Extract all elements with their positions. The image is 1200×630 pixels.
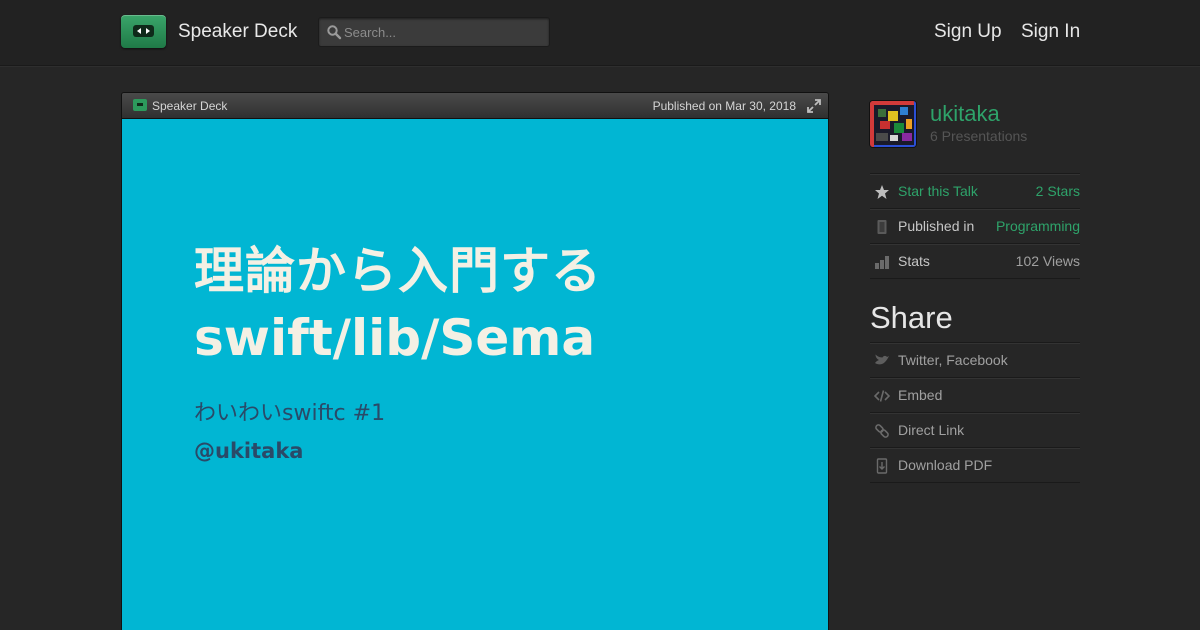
search-box[interactable]: [318, 17, 550, 47]
stats-row[interactable]: Stats 102 Views: [870, 243, 1080, 278]
star-talk-row[interactable]: Star this Talk 2 Stars: [870, 173, 1080, 208]
direct-link-label[interactable]: Direct Link: [898, 422, 964, 438]
sign-up-link[interactable]: Sign Up: [934, 21, 1002, 43]
share-social-row[interactable]: Twitter, Facebook: [870, 342, 1080, 377]
sign-in-link[interactable]: Sign In: [1021, 21, 1080, 43]
star-count[interactable]: 2 Stars: [1036, 183, 1080, 199]
speaker-deck-small-logo-icon[interactable]: [133, 99, 147, 111]
view-count: 102 Views: [1015, 253, 1080, 269]
slide-subtitle: わいわいswiftc #1: [194, 401, 386, 426]
avatar[interactable]: [869, 100, 917, 148]
share-social-label[interactable]: Twitter, Facebook: [898, 352, 1008, 368]
player-toolbar: Speaker Deck Published on Mar 30, 2018: [122, 93, 828, 119]
avatar-image: [870, 101, 916, 147]
published-in-row: Published in Programming: [870, 208, 1080, 243]
top-navigation-bar: Speaker Deck Sign Up Sign In: [0, 0, 1200, 66]
share-heading: Share: [870, 300, 953, 335]
star-talk-label[interactable]: Star this Talk: [898, 183, 978, 199]
embed-label[interactable]: Embed: [898, 387, 942, 403]
download-pdf-label[interactable]: Download PDF: [898, 457, 992, 473]
player-brand-label[interactable]: Speaker Deck: [152, 99, 227, 113]
speaker-deck-logo-button[interactable]: [121, 15, 166, 48]
share-list: Twitter, Facebook Embed Direct Link Down…: [870, 342, 1080, 483]
talk-details-list: Star this Talk 2 Stars Published in Prog…: [870, 173, 1080, 279]
link-icon: [875, 424, 889, 438]
fullscreen-expand-icon[interactable]: [807, 99, 821, 113]
presentation-count[interactable]: 6 Presentations: [930, 128, 1027, 144]
star-icon: [875, 185, 889, 199]
slide-author: @ukitaka: [194, 439, 304, 463]
slide-canvas[interactable]: 理論から入門する swift/lib/Sema わいわいswiftc #1 @u…: [122, 119, 828, 630]
search-icon: [327, 25, 342, 40]
divider: [870, 482, 1080, 483]
slide-title-japanese: 理論から入門する: [194, 242, 602, 300]
search-input[interactable]: [344, 22, 544, 42]
slide-player: Speaker Deck Published on Mar 30, 2018 理…: [121, 92, 829, 630]
published-date: Published on Mar 30, 2018: [652, 99, 796, 113]
code-icon: [874, 390, 890, 402]
download-icon: [876, 458, 888, 474]
username-link[interactable]: ukitaka: [930, 101, 1000, 127]
embed-row[interactable]: Embed: [870, 377, 1080, 412]
bird-icon: [875, 354, 889, 365]
bookmark-icon: [877, 220, 887, 234]
stats-label[interactable]: Stats: [898, 253, 930, 269]
brand-name[interactable]: Speaker Deck: [178, 21, 297, 43]
bar-chart-icon: [875, 256, 889, 269]
direct-link-row[interactable]: Direct Link: [870, 412, 1080, 447]
published-in-label: Published in: [898, 218, 975, 234]
divider: [870, 278, 1080, 279]
speaker-deck-logo-icon: [133, 25, 154, 37]
download-pdf-row[interactable]: Download PDF: [870, 447, 1080, 482]
category-link[interactable]: Programming: [996, 218, 1080, 234]
slide-title-english: swift/lib/Sema: [194, 309, 596, 367]
